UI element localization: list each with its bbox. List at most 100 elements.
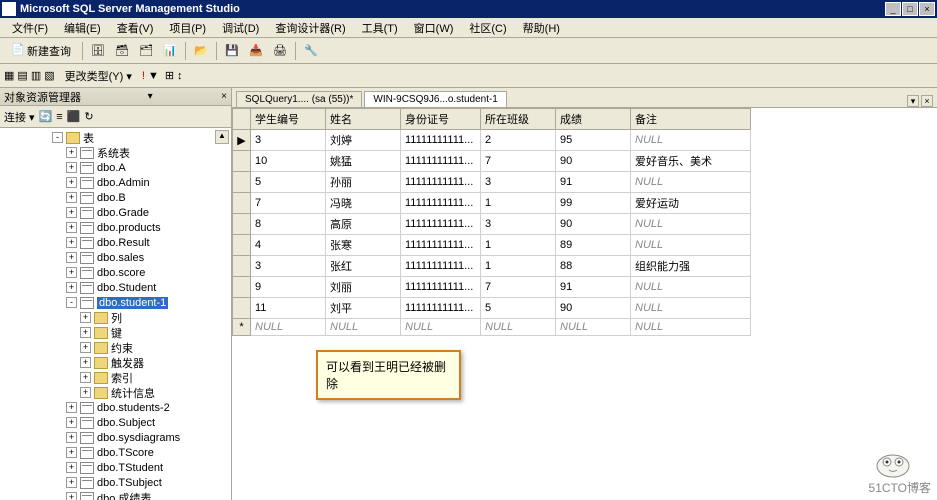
- menu-view[interactable]: 查看(V): [109, 18, 162, 38]
- expand-icon[interactable]: +: [66, 267, 77, 278]
- db-icon-4[interactable]: 📊: [159, 40, 181, 62]
- expand-icon[interactable]: +: [66, 177, 77, 188]
- row-selector[interactable]: [233, 214, 251, 235]
- cell[interactable]: NULL: [326, 319, 401, 336]
- cell[interactable]: 11111111111...: [401, 193, 481, 214]
- cell[interactable]: 爱好音乐、美术: [631, 151, 751, 172]
- cell[interactable]: 1: [481, 256, 556, 277]
- table-row[interactable]: 9刘丽11111111111...791NULL: [233, 277, 751, 298]
- cell[interactable]: 89: [556, 235, 631, 256]
- row-selector[interactable]: ▶: [233, 130, 251, 151]
- cell[interactable]: 3: [481, 172, 556, 193]
- row-selector[interactable]: [233, 172, 251, 193]
- table-row[interactable]: 3张红11111111111...188组织能力强: [233, 256, 751, 277]
- tree-label[interactable]: dbo.Result: [97, 237, 150, 249]
- tree-label[interactable]: dbo.student-1: [97, 297, 168, 309]
- cell[interactable]: 95: [556, 130, 631, 151]
- tree-label[interactable]: dbo.score: [97, 267, 145, 279]
- expand-icon[interactable]: +: [80, 327, 91, 338]
- cell[interactable]: NULL: [631, 298, 751, 319]
- tree-label[interactable]: 索引: [111, 370, 133, 386]
- data-grid[interactable]: 学生编号姓名身份证号所在班级成绩备注▶3刘婷11111111111...295N…: [232, 108, 937, 500]
- expand-icon[interactable]: +: [66, 447, 77, 458]
- cell[interactable]: 11111111111...: [401, 277, 481, 298]
- tree-label[interactable]: 系统表: [97, 145, 130, 161]
- minimize-button[interactable]: _: [885, 2, 901, 16]
- tree-node[interactable]: +系统表: [2, 145, 229, 160]
- tree-label[interactable]: 约束: [111, 340, 133, 356]
- tree-node[interactable]: +dbo.sales: [2, 250, 229, 265]
- tree-label[interactable]: dbo.TScore: [97, 447, 154, 459]
- new-query-button[interactable]: 📄 新建查询: [4, 40, 78, 62]
- tree-view[interactable]: ▲ -表+系统表+dbo.A+dbo.Admin+dbo.B+dbo.Grade…: [0, 128, 231, 500]
- row-selector[interactable]: [233, 193, 251, 214]
- db-icon[interactable]: 🗄: [87, 40, 109, 62]
- cell[interactable]: 91: [556, 172, 631, 193]
- row-selector[interactable]: [233, 298, 251, 319]
- save-all-icon[interactable]: 📥: [245, 40, 267, 62]
- tree-node[interactable]: +dbo.students-2: [2, 400, 229, 415]
- cell[interactable]: NULL: [481, 319, 556, 336]
- cell[interactable]: 90: [556, 151, 631, 172]
- cell[interactable]: 8: [251, 214, 326, 235]
- refresh-icon[interactable]: 🔄: [39, 110, 53, 123]
- pin-icon[interactable]: ▾: [148, 91, 153, 102]
- table-row[interactable]: 8高原11111111111...390NULL: [233, 214, 751, 235]
- tree-label[interactable]: dbo.sales: [97, 252, 144, 264]
- tree-label[interactable]: 键: [111, 325, 122, 341]
- expand-icon[interactable]: +: [66, 192, 77, 203]
- tree-node[interactable]: +dbo.sysdiagrams: [2, 430, 229, 445]
- tree-label[interactable]: dbo.TStudent: [97, 462, 163, 474]
- tree-node[interactable]: +dbo.TStudent: [2, 460, 229, 475]
- tree-node[interactable]: +键: [2, 325, 229, 340]
- tree-node[interactable]: +dbo.B: [2, 190, 229, 205]
- cell[interactable]: 11111111111...: [401, 214, 481, 235]
- expand-icon[interactable]: +: [66, 492, 77, 500]
- cell[interactable]: NULL: [631, 172, 751, 193]
- tree-label[interactable]: 触发器: [111, 355, 144, 371]
- tree-label[interactable]: dbo.Grade: [97, 207, 149, 219]
- table-row[interactable]: 11刘平11111111111...590NULL: [233, 298, 751, 319]
- tree-node[interactable]: +dbo.Grade: [2, 205, 229, 220]
- expand-icon[interactable]: +: [66, 237, 77, 248]
- menu-edit[interactable]: 编辑(E): [56, 18, 109, 38]
- tree-node[interactable]: -dbo.student-1: [2, 295, 229, 310]
- cell[interactable]: 11111111111...: [401, 298, 481, 319]
- tree-label[interactable]: 表: [83, 130, 94, 146]
- cell[interactable]: 7: [481, 277, 556, 298]
- row-selector[interactable]: [233, 277, 251, 298]
- menu-window[interactable]: 窗口(W): [406, 18, 462, 38]
- cell[interactable]: 刘平: [326, 298, 401, 319]
- cell[interactable]: 刘婷: [326, 130, 401, 151]
- cell[interactable]: 7: [481, 151, 556, 172]
- cell[interactable]: NULL: [556, 319, 631, 336]
- cell[interactable]: 张红: [326, 256, 401, 277]
- expand-icon[interactable]: +: [80, 342, 91, 353]
- menu-help[interactable]: 帮助(H): [515, 18, 568, 38]
- expand-icon[interactable]: +: [66, 222, 77, 233]
- table-row[interactable]: 10姚猛11111111111...790爱好音乐、美术: [233, 151, 751, 172]
- execute-icon[interactable]: !: [142, 70, 145, 82]
- new-row-marker[interactable]: *: [233, 319, 251, 336]
- result-icon[interactable]: ▧: [44, 69, 54, 82]
- expand-icon[interactable]: +: [66, 432, 77, 443]
- tree-label[interactable]: dbo.Subject: [97, 417, 155, 429]
- cell[interactable]: 88: [556, 256, 631, 277]
- cell[interactable]: NULL: [401, 319, 481, 336]
- tree-node[interactable]: +触发器: [2, 355, 229, 370]
- table-row[interactable]: 5孙丽11111111111...391NULL: [233, 172, 751, 193]
- tree-label[interactable]: dbo.products: [97, 222, 161, 234]
- tree-label[interactable]: dbo.students-2: [97, 402, 170, 414]
- cell[interactable]: 91: [556, 277, 631, 298]
- cell[interactable]: 2: [481, 130, 556, 151]
- expand-icon[interactable]: +: [80, 372, 91, 383]
- menu-file[interactable]: 文件(F): [4, 18, 56, 38]
- column-header[interactable]: 备注: [631, 109, 751, 130]
- stop-icon[interactable]: ⬛: [67, 110, 81, 123]
- row-selector[interactable]: [233, 256, 251, 277]
- column-header[interactable]: 学生编号: [251, 109, 326, 130]
- cell[interactable]: NULL: [631, 319, 751, 336]
- tree-node[interactable]: + 索引: [2, 370, 229, 385]
- menu-community[interactable]: 社区(C): [461, 18, 514, 38]
- tree-node[interactable]: -表: [2, 130, 229, 145]
